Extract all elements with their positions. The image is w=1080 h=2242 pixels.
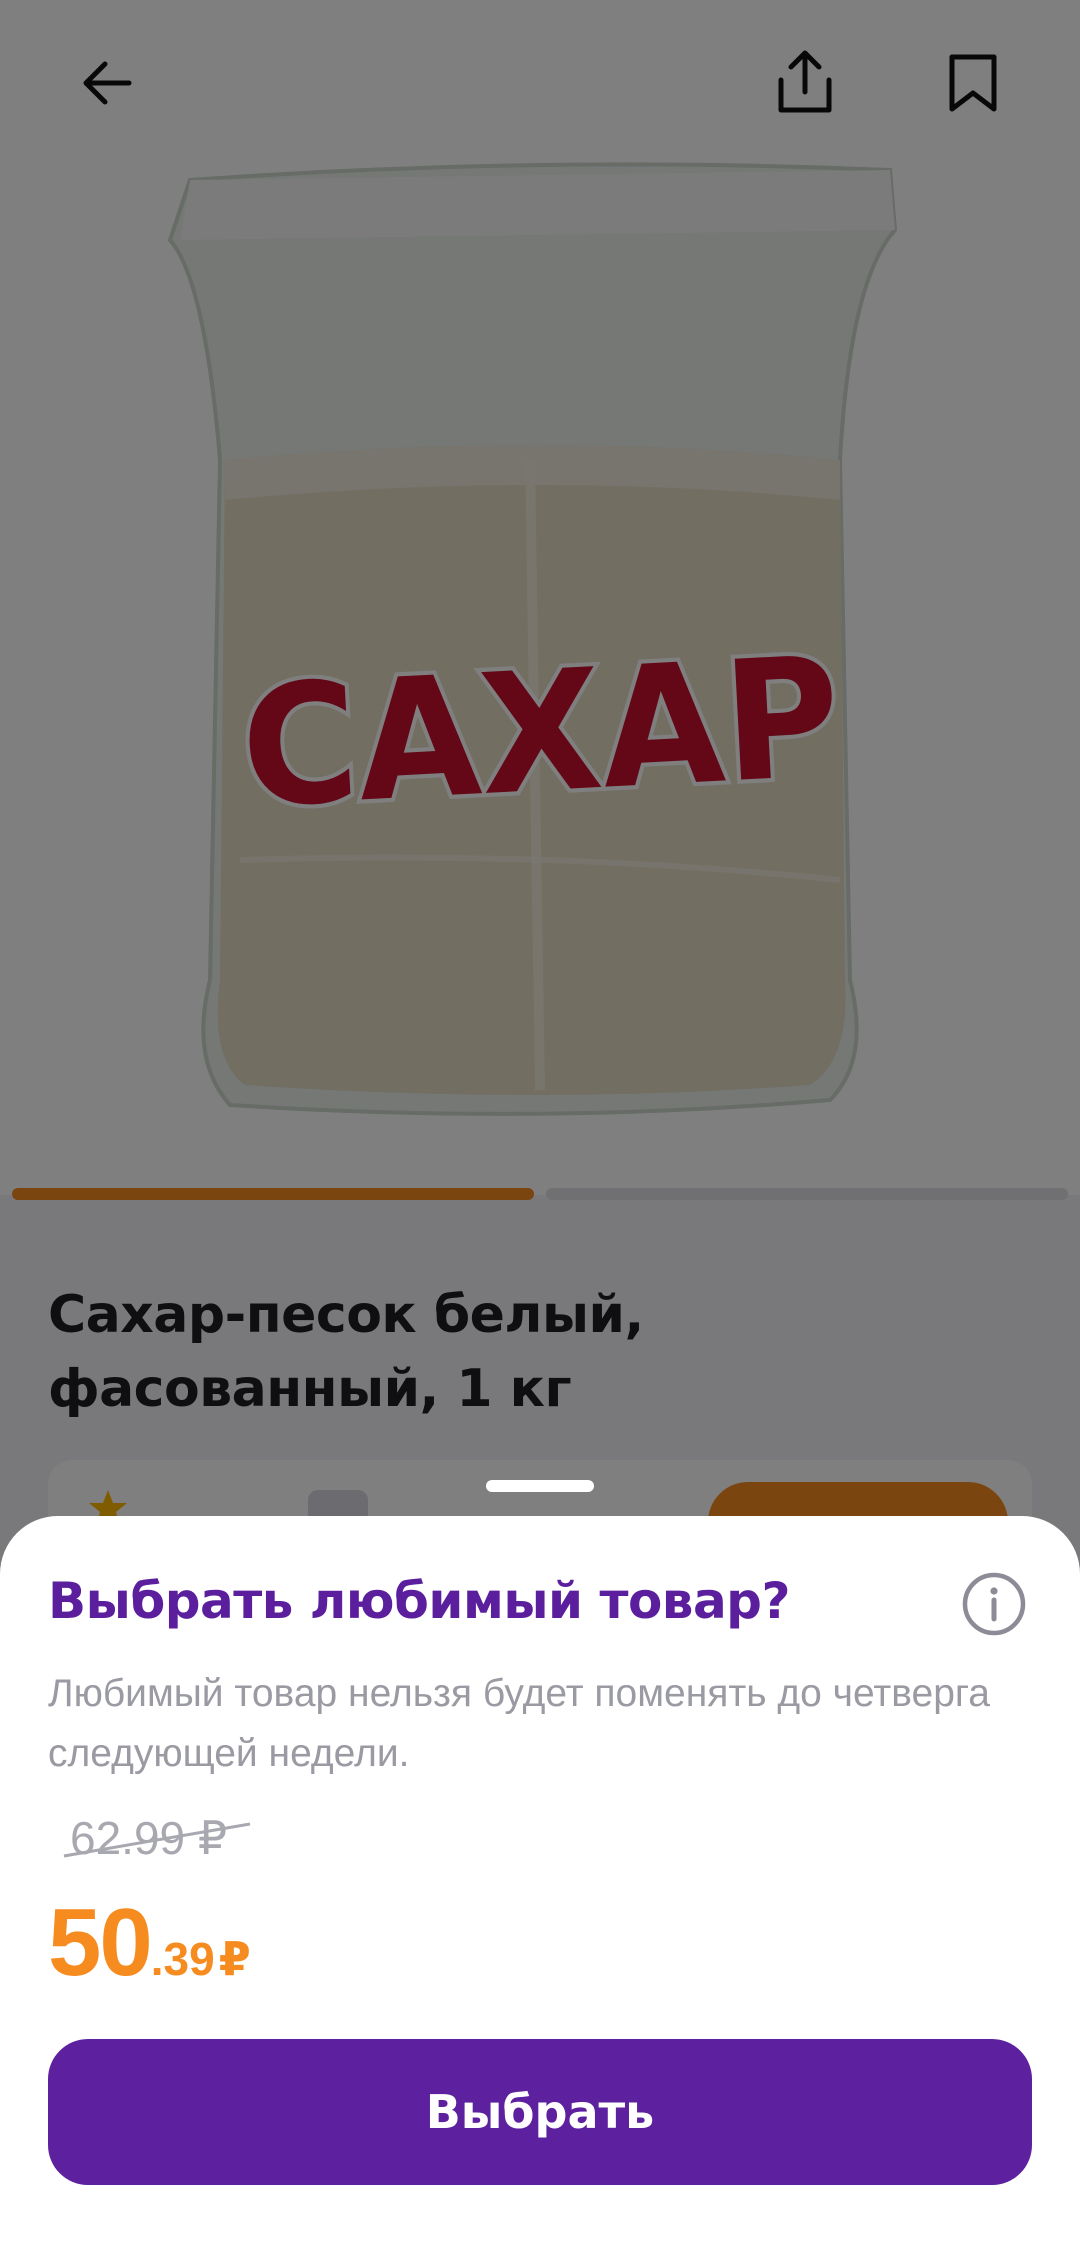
- new-price-integer: 50: [48, 1889, 153, 1996]
- sheet-drag-handle[interactable]: [486, 1480, 594, 1492]
- info-icon[interactable]: [960, 1570, 1028, 1638]
- new-price: 50.39₽: [48, 1888, 251, 1998]
- product-page: САХАР Сахар-песок бел: [0, 0, 1080, 2242]
- new-price-fraction: .39: [150, 1933, 215, 1985]
- price-strikethrough: [63, 1822, 251, 1858]
- sheet-title: Выбрать любимый товар?: [48, 1572, 790, 1630]
- choose-button[interactable]: Выбрать: [48, 2039, 1032, 2185]
- new-price-currency: ₽: [218, 1933, 251, 1985]
- sheet-description: Любимый товар нельзя будет поменять до ч…: [48, 1672, 990, 1775]
- bottom-sheet: Выбрать любимый товар? Любимый товар нел…: [0, 1516, 1080, 2242]
